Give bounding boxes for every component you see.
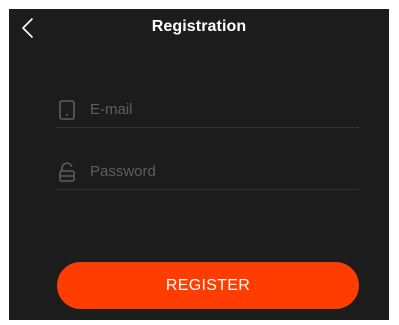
email-field bbox=[56, 93, 359, 128]
registration-screen: Registration REGISTER bbox=[9, 9, 389, 320]
email-input[interactable] bbox=[90, 96, 350, 122]
header-bar: Registration bbox=[9, 9, 389, 49]
register-button[interactable]: REGISTER bbox=[57, 262, 359, 309]
phone-icon bbox=[59, 100, 75, 120]
password-field bbox=[56, 155, 359, 190]
password-input[interactable] bbox=[90, 158, 350, 184]
page-title: Registration bbox=[151, 18, 247, 35]
lock-icon bbox=[59, 162, 75, 182]
